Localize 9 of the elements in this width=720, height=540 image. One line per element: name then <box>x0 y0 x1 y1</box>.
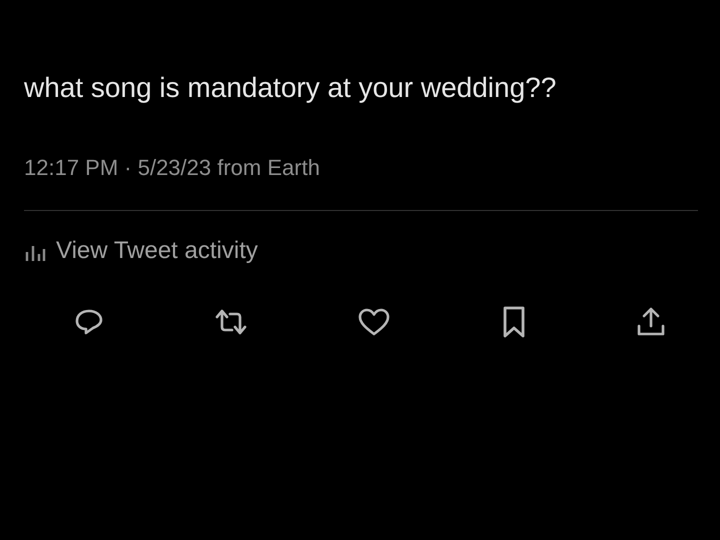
share-icon <box>636 306 666 338</box>
tweet-timestamp: 12:17 PM · 5/23/23 from Earth <box>24 155 321 181</box>
bookmark-icon <box>500 305 526 339</box>
tweet-text: what song is mandatory at your wedding?? <box>24 72 558 104</box>
bookmark-button[interactable] <box>500 305 526 339</box>
view-activity-link[interactable]: View Tweet activity <box>24 237 698 265</box>
retweet-icon <box>214 307 248 337</box>
heart-icon <box>357 307 391 337</box>
speech-bubble-icon <box>74 307 104 337</box>
